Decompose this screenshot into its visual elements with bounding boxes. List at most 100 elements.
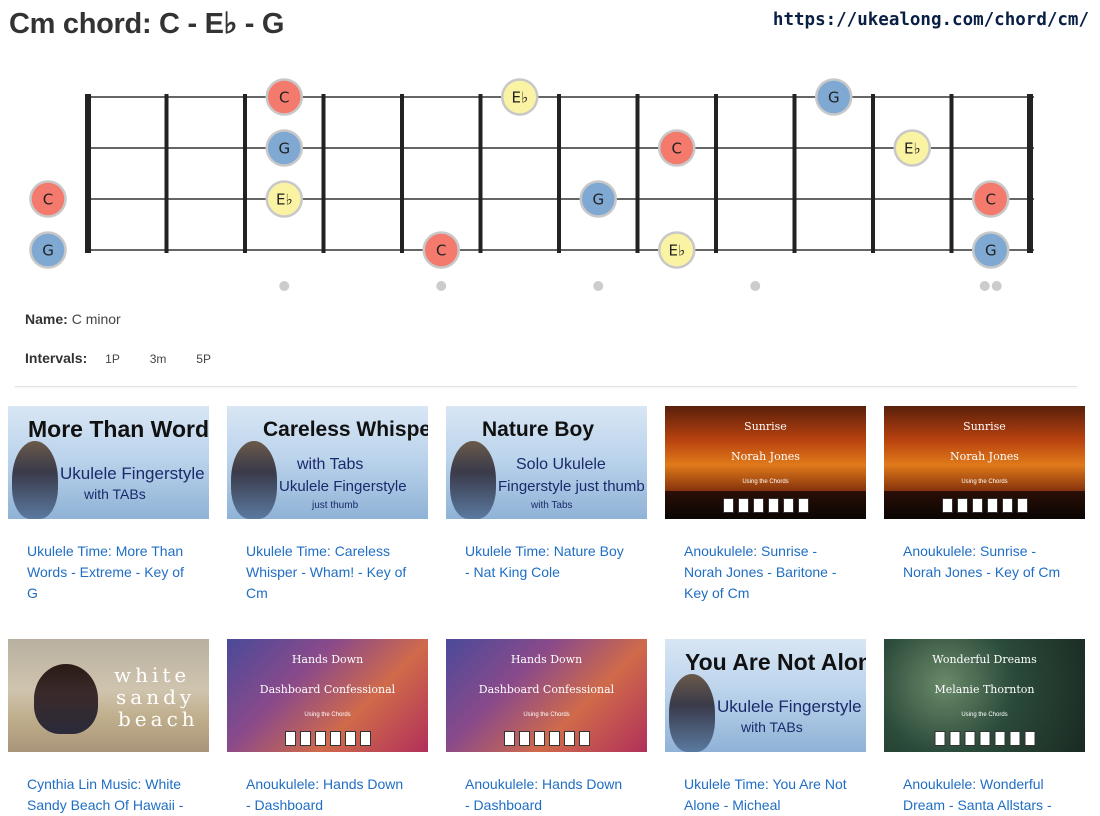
mini-chord-diagram <box>986 498 998 513</box>
video-title-link[interactable]: Anoukulele: Hands Down - Dashboard <box>246 774 411 816</box>
video-title-link[interactable]: Ukulele Time: More Than Words - Extreme … <box>27 541 192 604</box>
mini-chord-diagram <box>314 731 326 746</box>
video-thumbnail[interactable]: More Than Words Ukulele Fingerstyle with T… <box>8 406 209 519</box>
interval-item: 3m <box>149 352 167 366</box>
chord-diagram-strip <box>941 498 1028 513</box>
intervals-row: Intervals: 1P 3m 5P <box>25 350 211 366</box>
mini-chord-diagram <box>518 731 530 746</box>
note-label: C <box>986 191 996 209</box>
video-card[interactable]: You Are Not Alone Ukulele Fingerstyle with… <box>665 639 866 816</box>
performer-figure <box>231 441 277 519</box>
mini-chord-diagram <box>722 498 734 513</box>
chord-diagram-strip <box>722 498 809 513</box>
performer-figure <box>12 441 58 519</box>
thumbnail-text: Sunrise <box>744 420 787 433</box>
thumbnail-text: Solo Ukulele <box>516 456 606 473</box>
video-thumbnail[interactable]: Wonderful Dreams Melanie Thornton Using th… <box>884 639 1085 752</box>
mini-chord-diagram <box>971 498 983 513</box>
performer-figure <box>34 664 98 734</box>
thumbnail-text: Melanie Thornton <box>934 683 1035 696</box>
thumbnail-text: Fingerstyle just thumb <box>498 478 645 495</box>
thumbnail-text: Using the Chords <box>523 712 570 718</box>
video-card[interactable]: Sunrise Norah Jones Using the Chords Anouku… <box>884 406 1085 583</box>
mini-chord-diagram <box>949 731 960 746</box>
thumbnail-text: just thumb <box>312 500 359 511</box>
note-label: G <box>42 242 54 260</box>
video-card[interactable]: white sandy beach Cynthia Lin Music: White … <box>8 639 209 816</box>
thumbnail-text: Careless Whisper <box>263 418 428 441</box>
video-card[interactable]: Wonderful Dreams Melanie Thornton Using th… <box>884 639 1085 816</box>
video-thumbnail[interactable]: Hands Down Dashboard Confessional Using th… <box>446 639 647 752</box>
interval-item: 5P <box>196 352 211 366</box>
video-title-link[interactable]: Anoukulele: Sunrise - Norah Jones - Bari… <box>684 541 849 604</box>
fret-marker <box>979 281 990 291</box>
thumbnail-text: with Tabs <box>297 456 364 473</box>
thumbnail-text: with TABs <box>84 486 146 502</box>
video-thumbnail[interactable]: Sunrise Norah Jones Using the Chords <box>884 406 1085 519</box>
video-card[interactable]: Nature Boy Solo Ukulele Fingerstyle just t… <box>446 406 647 583</box>
video-title-link[interactable]: Ukulele Time: Nature Boy - Nat King Cole <box>465 541 630 583</box>
fret-marker <box>991 281 1002 291</box>
video-card[interactable]: More Than Words Ukulele Fingerstyle with T… <box>8 406 209 604</box>
note-label: E♭ <box>904 140 921 158</box>
video-card[interactable]: Careless Whisper with Tabs Ukulele Fingers… <box>227 406 428 604</box>
mini-chord-diagram <box>979 731 990 746</box>
video-card[interactable]: Hands Down Dashboard Confessional Using th… <box>227 639 428 816</box>
mini-chord-diagram <box>299 731 311 746</box>
thumbnail-text: Ukulele Fingerstyle <box>60 464 205 483</box>
video-title-link[interactable]: Ukulele Time: You Are Not Alone - Michea… <box>684 774 849 816</box>
note-label: C <box>279 89 289 107</box>
section-divider <box>15 386 1077 387</box>
thumbnail-text: Sunrise <box>963 420 1006 433</box>
mini-chord-diagram <box>578 731 590 746</box>
performer-figure <box>450 441 496 519</box>
thumbnail-text: Dashboard Confessional <box>478 683 615 696</box>
thumbnail-text: Hands Down <box>510 653 583 666</box>
thumbnail-text: Using the Chords <box>961 479 1008 485</box>
thumbnail-text: Hands Down <box>291 653 364 666</box>
mini-chord-diagram <box>533 731 545 746</box>
thumbnail-text: beach <box>118 707 199 731</box>
mini-chord-diagram <box>1024 731 1035 746</box>
mini-chord-diagram <box>797 498 809 513</box>
video-card[interactable]: Sunrise Norah Jones Using the Chords Anouku… <box>665 406 866 604</box>
thumbnail-text: Ukulele Fingerstyle <box>717 697 862 716</box>
video-thumbnail[interactable]: Careless Whisper with Tabs Ukulele Fingers… <box>227 406 428 519</box>
mini-chord-diagram <box>782 498 794 513</box>
mini-chord-diagram <box>329 731 341 746</box>
video-thumbnail[interactable]: Sunrise Norah Jones Using the Chords <box>665 406 866 519</box>
note-label: G <box>828 89 840 107</box>
mini-chord-diagram <box>548 731 560 746</box>
thumbnail-text: Wonderful Dreams <box>932 653 1037 666</box>
page-title: Cm chord: C - E♭ - G <box>9 8 285 40</box>
note-label: E♭ <box>276 191 293 209</box>
mini-chord-diagram <box>563 731 575 746</box>
note-label: C <box>436 242 446 260</box>
note-label: E♭ <box>511 89 528 107</box>
video-thumbnail[interactable]: You Are Not Alone Ukulele Fingerstyle with… <box>665 639 866 752</box>
video-title-link[interactable]: Cynthia Lin Music: White Sandy Beach Of … <box>27 774 192 816</box>
thumbnail-text: with TABs <box>741 719 803 735</box>
thumbnail-text: Nature Boy <box>482 418 595 441</box>
fretboard-diagram: C G C E♭ G G C E♭ E♭ G C C E♭ G <box>29 78 1034 291</box>
video-title-link[interactable]: Ukulele Time: Careless Whisper - Wham! -… <box>246 541 411 604</box>
mini-chord-diagram <box>344 731 356 746</box>
mini-chord-diagram <box>359 731 371 746</box>
video-thumbnail[interactable]: Nature Boy Solo Ukulele Fingerstyle just t… <box>446 406 647 519</box>
video-card[interactable]: Hands Down Dashboard Confessional Using th… <box>446 639 647 816</box>
thumbnail-text: Dashboard Confessional <box>259 683 396 696</box>
thumbnail-text: You Are Not Alone <box>685 649 866 675</box>
video-title-link[interactable]: Anoukulele: Hands Down - Dashboard <box>465 774 630 816</box>
video-title-link[interactable]: Anoukulele: Sunrise - Norah Jones - Key … <box>903 541 1068 583</box>
video-title-link[interactable]: Anoukulele: Wonderful Dream - Santa Alls… <box>903 774 1068 816</box>
note-label: C <box>672 140 682 158</box>
thumbnail-text: sandy <box>116 685 196 709</box>
mini-chord-diagram <box>964 731 975 746</box>
thumbnail-text: More Than Words <box>28 416 209 442</box>
video-thumbnail[interactable]: white sandy beach <box>8 639 209 752</box>
mini-chord-diagram <box>284 731 296 746</box>
mini-chord-diagram <box>994 731 1005 746</box>
video-thumbnail[interactable]: Hands Down Dashboard Confessional Using th… <box>227 639 428 752</box>
page-url: https://ukealong.com/chord/cm/ <box>772 10 1089 30</box>
chord-diagram-strip <box>503 731 590 746</box>
